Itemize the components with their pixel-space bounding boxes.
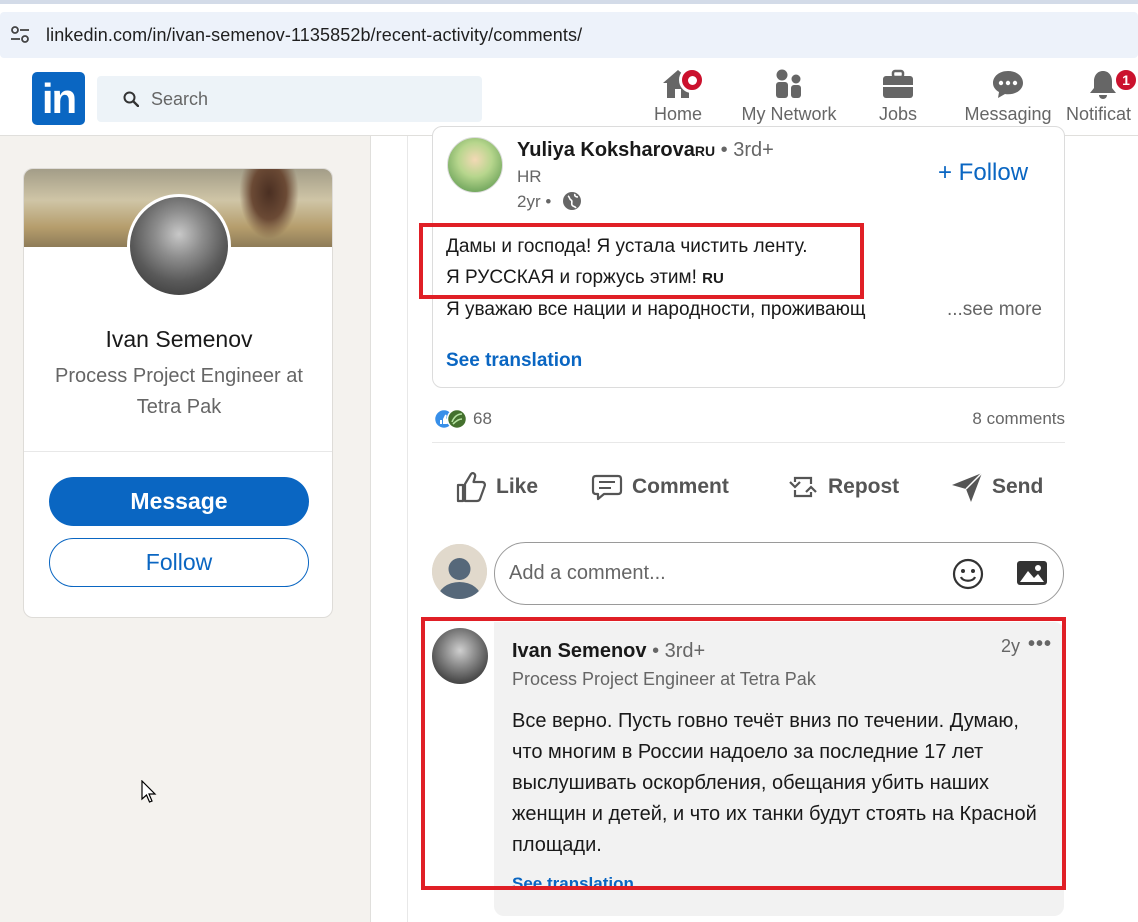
nav-messaging-label: Messaging	[964, 104, 1052, 124]
nav-my-network-label: My Network	[741, 104, 837, 124]
like-icon	[456, 472, 486, 503]
nav-home[interactable]: Home	[648, 67, 708, 134]
image-icon[interactable]	[1016, 559, 1048, 587]
notifications-badge: 1	[1113, 68, 1138, 93]
like-label: Like	[496, 475, 539, 498]
profile-name[interactable]: Ivan Semenov	[24, 326, 332, 353]
nav-jobs[interactable]: Jobs	[868, 68, 928, 134]
post-see-translation-link[interactable]: See translation	[446, 350, 582, 372]
linkedin-logo[interactable]: in	[32, 72, 85, 125]
emoji-icon[interactable]	[952, 558, 984, 590]
comments-count[interactable]: 8 comments	[972, 409, 1065, 429]
send-label: Send	[992, 475, 1044, 498]
profile-avatar[interactable]	[127, 194, 231, 298]
comment-item: Ivan Semenov • 3rd+ Process Project Engi…	[432, 622, 1065, 922]
post-line-3: Я уважаю все нации и народности, прожива…	[446, 294, 1042, 325]
post-follow-button[interactable]: + Follow	[938, 159, 1028, 187]
comment-button[interactable]: Comment	[590, 466, 729, 508]
connection-degree: • 3rd+	[720, 139, 774, 161]
feed-left-rule	[407, 136, 408, 922]
comment-text: Все верно. Пусть говно течёт вниз по теч…	[512, 710, 1037, 856]
nav-messaging[interactable]: Messaging	[962, 68, 1054, 134]
repost-button[interactable]: Repost	[786, 466, 899, 508]
browser-toolbar: linkedin.com/in/ivan-semenov-1135852b/re…	[0, 0, 1138, 62]
comment-label: Comment	[632, 475, 729, 498]
nav-home-label: Home	[653, 104, 702, 124]
profile-headline: Process Project Engineer at Tetra Pak	[55, 365, 303, 418]
mouse-cursor-icon	[141, 780, 157, 803]
current-user-avatar[interactable]	[432, 544, 487, 599]
comment-author-headline: Process Project Engineer at Tetra Pak	[512, 669, 816, 689]
comment-author-name-text: Ivan Semenov	[512, 640, 647, 662]
nav-jobs-label: Jobs	[878, 104, 918, 124]
address-bar[interactable]: linkedin.com/in/ivan-semenov-1135852b/re…	[0, 12, 1138, 58]
url-text[interactable]: linkedin.com/in/ivan-semenov-1135852b/re…	[46, 25, 582, 46]
repost-label: Repost	[828, 475, 900, 498]
post-line-3-text: Я уважаю все нации и народности, прожива…	[446, 299, 866, 320]
search-icon	[123, 91, 139, 107]
post-line-2: Я РУССКАЯ и горжусь этим! RU	[446, 262, 1056, 294]
comment-see-translation-link[interactable]: See translation	[512, 874, 634, 894]
repost-icon	[789, 476, 817, 498]
nav-notifications-label: Notificat	[1066, 104, 1132, 124]
activity-feed: Yuliya KoksharovaRU • 3rd+ HR 2yr • + Fo…	[370, 126, 1138, 922]
network-icon	[776, 69, 801, 98]
reaction-count[interactable]: 68	[473, 409, 492, 429]
flag-icon: RU	[702, 270, 724, 287]
post-time-text: 2yr •	[517, 192, 552, 211]
stats-divider	[432, 442, 1065, 443]
cover-photo-figure	[234, 169, 304, 247]
social-counts: 68 8 comments	[432, 406, 1065, 434]
comment-icon	[591, 474, 623, 501]
original-post-card[interactable]: Yuliya KoksharovaRU • 3rd+ HR 2yr • + Fo…	[432, 126, 1065, 388]
post-line-2-text: Я РУССКАЯ и горжусь этим!	[446, 267, 703, 288]
comment-author-avatar[interactable]	[432, 628, 488, 684]
send-icon	[952, 472, 983, 502]
search-input[interactable]	[151, 76, 471, 122]
post-author-avatar[interactable]	[447, 137, 503, 193]
post-author-name-text: Yuliya Koksharova	[517, 139, 695, 161]
comment-connection-degree: • 3rd+	[652, 640, 706, 662]
briefcase-icon	[883, 69, 913, 98]
follow-button[interactable]: Follow	[49, 538, 309, 587]
home-badge	[679, 67, 705, 93]
post-body: Дамы и господа! Я устала чистить ленту. …	[446, 231, 1056, 325]
comment-author-name[interactable]: Ivan Semenov • 3rd+	[512, 640, 705, 663]
post-actions-bar: Like Comment Repost Send	[432, 466, 1065, 508]
home-badge-dot	[687, 76, 697, 85]
nav-notifications[interactable]: 1 Notificat	[1066, 68, 1138, 134]
send-button[interactable]: Send	[950, 466, 1043, 508]
linkedin-header: in Home My Network Jobs	[0, 62, 1138, 136]
post-line-1: Дамы и господа! Я устала чистить ленту.	[446, 236, 808, 257]
comment-more-icon[interactable]: •••	[1028, 633, 1052, 656]
user-placeholder-icon	[432, 544, 487, 599]
nav-my-network[interactable]: My Network	[737, 68, 841, 134]
comment-timestamp: 2y	[1001, 636, 1021, 656]
site-settings-icon[interactable]	[10, 26, 30, 44]
post-author-headline: HR	[517, 167, 542, 186]
flag-icon: RU	[694, 143, 716, 159]
messaging-icon	[993, 71, 1023, 98]
message-button[interactable]: Message	[49, 477, 309, 526]
comment-bubble: Ivan Semenov • 3rd+ Process Project Engi…	[494, 622, 1064, 916]
post-author-name[interactable]: Yuliya KoksharovaRU • 3rd+	[517, 139, 774, 162]
see-more-link[interactable]: ...see more	[947, 294, 1042, 325]
search-box[interactable]	[97, 76, 482, 122]
post-timestamp: 2yr •	[517, 191, 582, 212]
profile-card: Ivan Semenov Process Project Engineer at…	[23, 168, 333, 618]
add-comment-row	[432, 542, 1065, 606]
like-button[interactable]: Like	[454, 466, 538, 508]
globe-icon	[563, 192, 582, 210]
reaction-icons[interactable]	[433, 408, 471, 430]
card-divider	[24, 451, 332, 452]
